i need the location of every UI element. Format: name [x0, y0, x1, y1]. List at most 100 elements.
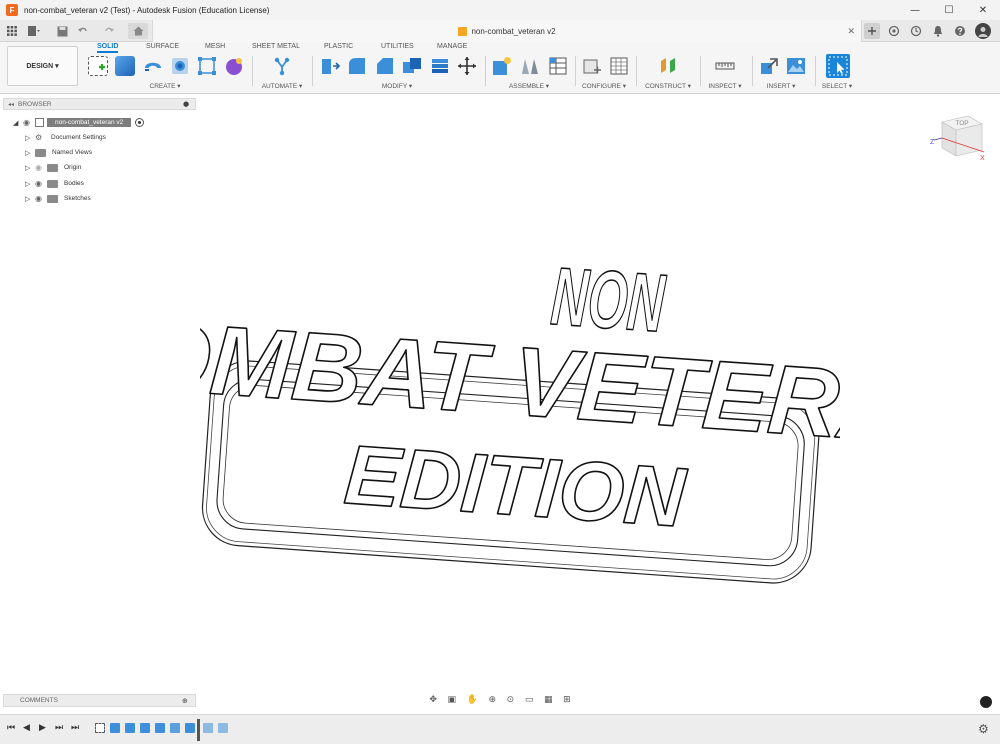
- expand-arrow-icon[interactable]: ▷: [25, 164, 35, 172]
- tab-plastic[interactable]: PLASTIC: [324, 43, 353, 50]
- close-window-button[interactable]: ✕: [966, 0, 1000, 20]
- visibility-eye-icon[interactable]: ◉: [23, 118, 35, 127]
- tab-mesh[interactable]: MESH: [205, 43, 225, 50]
- new-tab-icon[interactable]: [864, 23, 880, 39]
- look-at-icon[interactable]: ▣: [447, 695, 456, 705]
- tab-utilities[interactable]: UTILITIES: [381, 43, 414, 50]
- timeline-settings-gear-icon[interactable]: ⚙: [978, 722, 989, 736]
- rectangle-pattern-icon[interactable]: [197, 56, 217, 76]
- expand-arrow-icon[interactable]: ▷: [25, 180, 35, 188]
- expand-arrow-icon[interactable]: ▷: [25, 149, 35, 157]
- go-to-start-icon[interactable]: ⏮: [7, 723, 15, 733]
- create-form-icon[interactable]: [224, 56, 244, 76]
- measure-icon[interactable]: [715, 56, 735, 76]
- go-to-end-icon[interactable]: ⏭: [71, 723, 79, 733]
- tab-manage[interactable]: MANAGE: [437, 43, 467, 50]
- timeline-extrude-feature[interactable]: [125, 723, 135, 733]
- select-group-label[interactable]: SELECT ▾: [822, 82, 852, 90]
- timeline-extrude-feature[interactable]: [155, 723, 165, 733]
- assemble-group-label[interactable]: ASSEMBLE ▾: [509, 82, 549, 90]
- visibility-eye-icon[interactable]: ◉: [35, 163, 47, 172]
- modify-group-label[interactable]: MODIFY ▾: [382, 82, 412, 90]
- new-component-icon[interactable]: [492, 56, 512, 76]
- redo-icon[interactable]: [100, 23, 116, 39]
- create-group-label[interactable]: CREATE ▾: [150, 82, 181, 90]
- select-tool-icon[interactable]: [826, 54, 850, 78]
- bill-of-materials-icon[interactable]: [548, 56, 568, 76]
- tree-root-row[interactable]: ◢ ◉ non-combat_veteran v2: [13, 116, 145, 129]
- visibility-eye-icon[interactable]: ◉: [35, 194, 47, 203]
- step-forward-icon[interactable]: ⏭: [55, 723, 63, 733]
- browser-pin-icon[interactable]: ●: [183, 100, 189, 108]
- expand-arrow-icon[interactable]: ▷: [25, 134, 35, 142]
- expand-arrow-icon[interactable]: ◢: [13, 119, 23, 127]
- automate-group-label[interactable]: AUTOMATE ▾: [262, 82, 303, 90]
- insert-derive-icon[interactable]: [759, 56, 779, 76]
- maximize-button[interactable]: ☐: [932, 0, 966, 20]
- tree-item-bodies[interactable]: ▷ ◉ Bodies: [25, 177, 84, 190]
- viewports-icon[interactable]: ⊞: [563, 695, 571, 705]
- job-status-icon[interactable]: [908, 23, 924, 39]
- chamfer-icon[interactable]: [375, 56, 395, 76]
- save-icon[interactable]: [54, 23, 70, 39]
- construct-group-label[interactable]: CONSTRUCT ▾: [645, 82, 691, 90]
- notifications-bell-icon[interactable]: [930, 23, 946, 39]
- assistant-icon[interactable]: [980, 696, 992, 708]
- activate-radio-icon[interactable]: [135, 118, 145, 127]
- orbit-icon[interactable]: ✥: [429, 695, 437, 705]
- grid-settings-icon[interactable]: ▦: [544, 695, 553, 705]
- visibility-eye-icon[interactable]: ◉: [35, 179, 47, 188]
- fit-zoom-icon[interactable]: ⊙: [507, 695, 515, 705]
- close-tab-button[interactable]: ✕: [847, 26, 855, 37]
- tree-item-origin[interactable]: ▷ ◉ Origin: [25, 161, 81, 174]
- timeline-sketch-feature[interactable]: [95, 723, 105, 733]
- workspace-selector-button[interactable]: DESIGN ▾: [7, 46, 78, 86]
- insert-group-label[interactable]: INSERT ▾: [767, 82, 796, 90]
- create-sketch-icon[interactable]: [88, 56, 108, 76]
- timeline-suppressed-feature[interactable]: [203, 723, 213, 733]
- configure-group-label[interactable]: CONFIGURE ▾: [582, 82, 626, 90]
- collapse-panel-icon[interactable]: ◂◂: [8, 101, 14, 108]
- viewcube[interactable]: TOP X Z: [930, 108, 990, 168]
- hole-icon[interactable]: [170, 56, 190, 76]
- tree-item-named-views[interactable]: ▷ Named Views: [25, 146, 92, 159]
- joint-icon[interactable]: [520, 56, 540, 76]
- timeline-extrude-feature[interactable]: [140, 723, 150, 733]
- press-pull-icon[interactable]: [320, 56, 341, 76]
- tab-sheet-metal[interactable]: SHEET METAL: [252, 43, 300, 50]
- viewcube-face-label[interactable]: TOP: [955, 120, 968, 127]
- offset-plane-icon[interactable]: [658, 56, 678, 76]
- badge-model[interactable]: NON COMBAT VETERAN EDITION: [200, 230, 840, 590]
- timeline-marker[interactable]: [197, 719, 200, 741]
- step-back-icon[interactable]: ◀︎: [23, 723, 30, 733]
- revolve-icon[interactable]: [143, 56, 163, 76]
- timeline-suppressed-feature[interactable]: [218, 723, 228, 733]
- minimize-button[interactable]: —: [898, 0, 932, 20]
- inspect-group-label[interactable]: INSPECT ▾: [708, 82, 741, 90]
- document-tab[interactable]: non-combat_veteran v2 ✕: [152, 20, 862, 42]
- configure-design-icon[interactable]: [582, 56, 602, 76]
- comments-panel[interactable]: COMMENTS ⊕: [3, 694, 196, 707]
- tree-item-sketches[interactable]: ▷ ◉ Sketches: [25, 192, 91, 205]
- add-comment-icon[interactable]: ⊕: [182, 697, 188, 705]
- fillet-icon[interactable]: [347, 56, 367, 76]
- file-menu-icon[interactable]: [26, 23, 42, 39]
- home-icon[interactable]: [128, 23, 148, 39]
- tab-solid[interactable]: SOLID: [97, 43, 119, 53]
- pan-hand-icon[interactable]: ✋: [467, 695, 478, 705]
- insert-canvas-icon[interactable]: [786, 56, 806, 76]
- tab-surface[interactable]: SURFACE: [146, 43, 179, 50]
- help-icon[interactable]: [952, 23, 968, 39]
- expand-arrow-icon[interactable]: ▷: [25, 195, 35, 203]
- configuration-table-icon[interactable]: [609, 56, 629, 76]
- user-avatar[interactable]: [975, 23, 991, 39]
- play-icon[interactable]: ▶︎: [39, 723, 46, 733]
- undo-icon[interactable]: [76, 23, 92, 39]
- timeline-fillet-feature[interactable]: [170, 723, 180, 733]
- timeline-extrude-feature[interactable]: [110, 723, 120, 733]
- display-settings-icon[interactable]: ▭: [525, 695, 534, 705]
- timeline-extrude-feature[interactable]: [185, 723, 195, 733]
- combine-icon[interactable]: [402, 56, 422, 76]
- move-copy-icon[interactable]: [457, 56, 477, 76]
- shell-icon[interactable]: [430, 56, 450, 76]
